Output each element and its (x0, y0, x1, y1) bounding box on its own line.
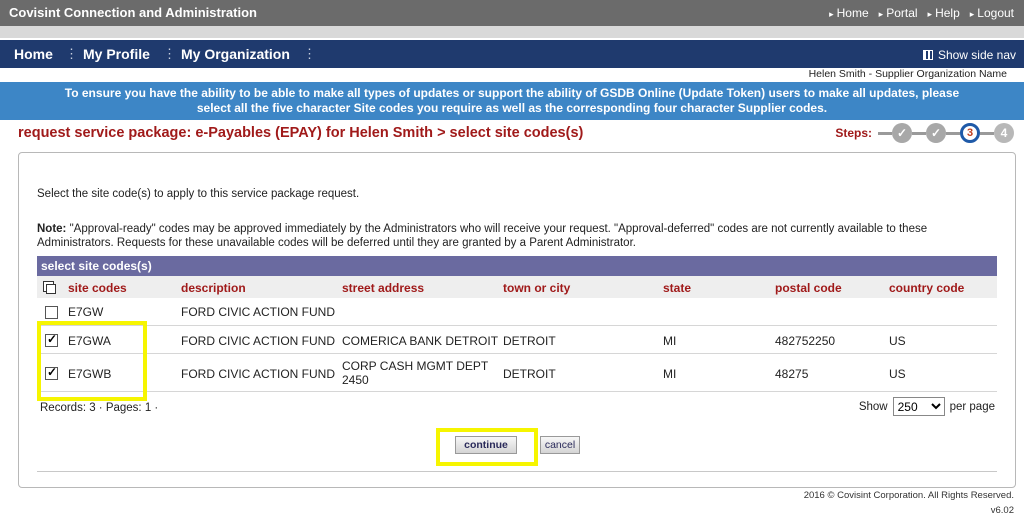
show-side-nav-label: Show side nav (937, 48, 1016, 62)
banner-line-1: To ensure you have the ability to be abl… (64, 86, 960, 100)
description-cell: FORD CIVIC ACTION FUND (181, 367, 336, 381)
step-connector (946, 131, 960, 135)
cancel-button[interactable]: cancel (540, 436, 580, 454)
steps-label: Steps: (835, 126, 872, 140)
town-cell: DETROIT (503, 367, 556, 381)
table-row: E7GW FORD CIVIC ACTION FUND (37, 298, 997, 326)
help-link[interactable]: Help (928, 6, 960, 20)
top-links: Home Portal Help Logout (829, 6, 1014, 20)
street-address-cell: CORP CASH MGMT DEPT 2450 (342, 359, 489, 387)
postal-code-cell: 48275 (775, 367, 809, 381)
page-title: request service package: e-Payables (EPA… (18, 125, 584, 141)
step-connector (912, 131, 926, 135)
grid-footer: Records: 3 · Pages: 1 · Show 250 per pag… (37, 397, 997, 417)
step-next: 4 (994, 123, 1014, 143)
col-country-code[interactable]: country code (889, 281, 964, 295)
show-side-nav-button[interactable]: Show side nav (922, 48, 1016, 62)
grid-title: select site codes(s) (37, 256, 997, 276)
step-current: 3 (960, 123, 980, 143)
version: v6.02 (990, 505, 1014, 516)
nav-separator: ⋮ (163, 46, 176, 61)
table-row: E7GWA FORD CIVIC ACTION FUND COMERICA BA… (37, 326, 997, 354)
steps-indicator: Steps: ✓ ✓ 3 4 (835, 123, 1014, 143)
main-nav: Home ⋮ My Profile ⋮ My Organization ⋮ Sh… (0, 40, 1024, 68)
nav-my-profile[interactable]: My Profile (83, 46, 150, 62)
info-banner: To ensure you have the ability to be abl… (0, 82, 1024, 120)
country-code-cell: US (889, 367, 906, 381)
per-page-label: per page (949, 400, 995, 413)
step-connector (878, 131, 892, 135)
town-cell: DETROIT (503, 334, 556, 348)
note-body: "Approval-ready" codes may be approved i… (37, 223, 928, 249)
highlight-box (37, 321, 147, 401)
user-org-line: Helen Smith - Supplier Organization Name (808, 68, 1007, 80)
page-size-select[interactable]: 250 (892, 397, 945, 416)
step-2-done-icon: ✓ (926, 123, 946, 143)
top-bar: Covisint Connection and Administration H… (0, 0, 1024, 26)
home-link[interactable]: Home (829, 6, 869, 20)
app-title: Covisint Connection and Administration (9, 5, 257, 20)
col-postal-code[interactable]: postal code (775, 281, 842, 295)
col-town-city[interactable]: town or city (503, 281, 570, 295)
site-code-cell: E7GW (68, 305, 104, 319)
state-cell: MI (663, 367, 677, 381)
divider (37, 471, 997, 472)
nav-separator: ⋮ (65, 46, 78, 61)
copyright: 2016 © Covisint Corporation. All Rights … (803, 490, 1014, 501)
show-label: Show (858, 400, 888, 413)
records-count: Records: 3 · Pages: 1 · (40, 402, 159, 414)
street-address-cell: COMERICA BANK DETROIT (342, 334, 499, 348)
nav-separator: ⋮ (303, 46, 316, 61)
portal-link[interactable]: Portal (879, 6, 917, 20)
continue-button[interactable]: continue (455, 436, 517, 454)
note-text: Note: "Approval-ready" codes may be appr… (37, 222, 1005, 250)
country-code-cell: US (889, 334, 906, 348)
col-description[interactable]: description (181, 281, 246, 295)
logout-link[interactable]: Logout (970, 6, 1014, 20)
postal-code-cell: 482752250 (775, 334, 836, 348)
divider-band (0, 26, 1024, 38)
grid-column-headers: site codes description street address to… (37, 276, 997, 298)
description-cell: FORD CIVIC ACTION FUND (181, 305, 336, 319)
select-all-icon[interactable] (43, 281, 56, 294)
action-buttons: continue cancel (0, 428, 1024, 468)
table-row: E7GWB FORD CIVIC ACTION FUND CORP CASH M… (37, 354, 997, 392)
page-size-control: Show 250 per page (859, 397, 995, 416)
state-cell: MI (663, 334, 677, 348)
col-state[interactable]: state (663, 281, 691, 295)
banner-line-2: select all the five character Site codes… (196, 101, 828, 115)
side-nav-icon (922, 50, 933, 60)
nav-my-organization[interactable]: My Organization (181, 46, 290, 62)
intro-text: Select the site code(s) to apply to this… (37, 188, 360, 200)
col-site-codes[interactable]: site codes (68, 281, 127, 295)
col-street-address[interactable]: street address (342, 281, 424, 295)
note-label: Note: (37, 223, 67, 235)
row-checkbox[interactable] (45, 306, 58, 319)
step-1-done-icon: ✓ (892, 123, 912, 143)
nav-home[interactable]: Home (14, 46, 53, 62)
step-connector (980, 131, 994, 135)
description-cell: FORD CIVIC ACTION FUND (181, 334, 336, 348)
